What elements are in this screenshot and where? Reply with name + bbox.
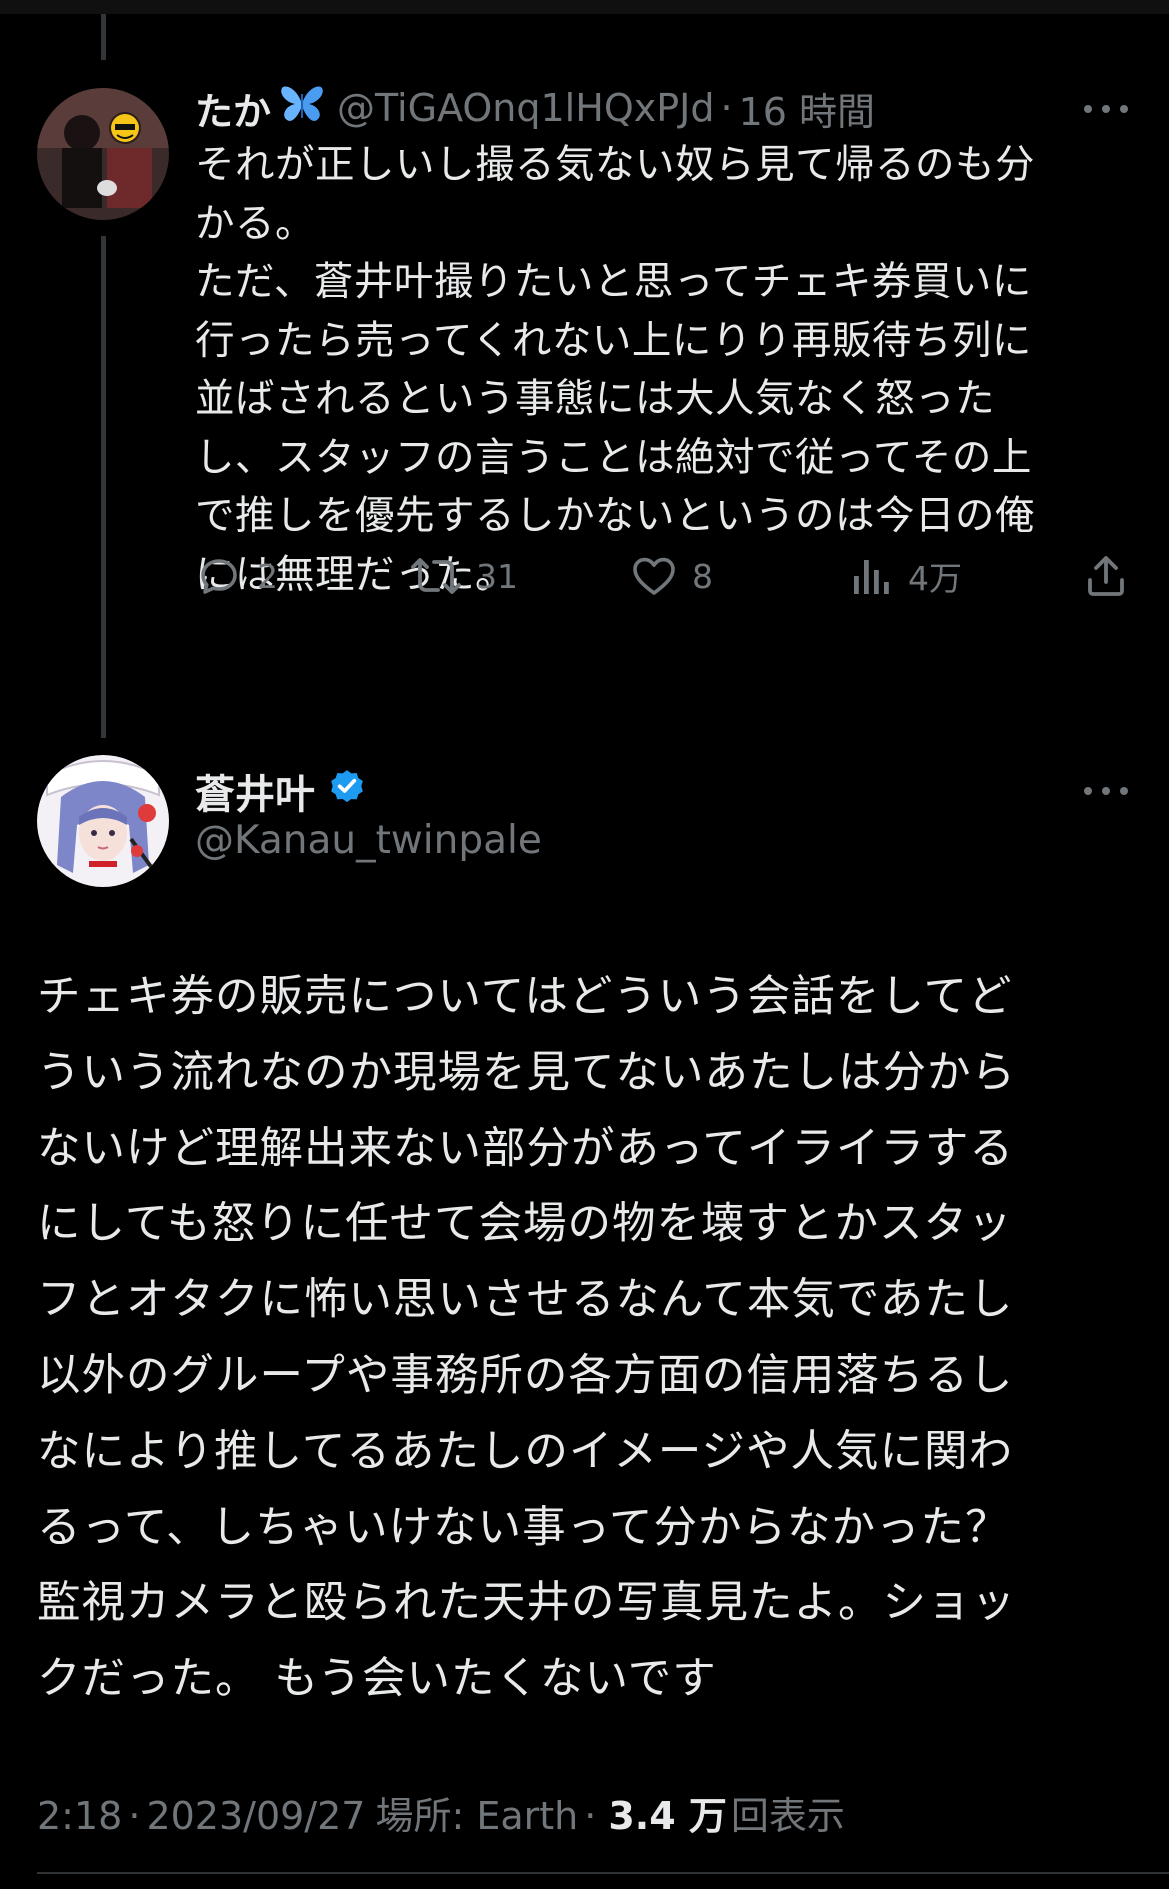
reply-author-name[interactable]: たか xyxy=(195,81,271,136)
main-author-row: 蒼井叶 xyxy=(195,763,367,819)
post-date[interactable]: 2023/09/27 xyxy=(146,1794,365,1838)
main-text-line: にしても怒りに任せて会場の物を壊すとかスタッ xyxy=(37,1199,1013,1250)
separator-dot: · xyxy=(720,86,733,130)
main-body: チェキ券の販売についてはどういう会話をしてど ういう流れなのか現場を見てないあた… xyxy=(37,960,1137,1718)
main-text-line: るって、しちゃいけない事って分からなかった？ xyxy=(37,1502,1010,1553)
analytics-icon xyxy=(854,560,889,594)
comment-icon xyxy=(201,559,237,594)
reply-timestamp[interactable]: 16 時間 xyxy=(739,81,875,136)
tweet-meta: 2:18 · 2023/09/27 場所: Earth · 3.4 万 回表示 xyxy=(37,1785,845,1840)
views-count[interactable]: 3.4 万 xyxy=(608,1785,727,1840)
post-time[interactable]: 2:18 xyxy=(37,1794,122,1838)
reply-text-line: し、スタッフの言うことは絶対で従ってその上 xyxy=(195,434,1032,481)
more-options-icon[interactable] xyxy=(1082,97,1132,121)
reply-author-handle[interactable]: @TiGAOnq1lHQxPJd xyxy=(337,86,714,130)
post-location: 場所: Earth xyxy=(375,1794,579,1838)
butterfly-icon xyxy=(279,84,325,133)
retweet-button[interactable]: 31 xyxy=(410,548,518,604)
main-text-line: チェキ券の販売についてはどういう会話をしてど xyxy=(37,972,1013,1022)
retweet-count: 31 xyxy=(476,556,518,596)
reply-header: たか @TiGAOnq1lHQxPJd · 16 時間 xyxy=(195,80,875,136)
reply-button[interactable]: 2 xyxy=(195,548,278,604)
status-area xyxy=(0,0,1169,14)
main-author-name[interactable]: 蒼井叶 xyxy=(195,762,315,820)
reply-text-line: かる。 xyxy=(195,200,315,247)
main-text-line: 監視カメラと殴られた天井の写真見たよ。ショッ xyxy=(37,1578,1016,1629)
separator-dot: · xyxy=(128,1794,141,1838)
views-label: 回表示 xyxy=(730,1794,845,1838)
share-icon xyxy=(1088,556,1124,596)
reply-action-bar: 2 31 8 4万 xyxy=(195,548,1135,604)
main-text-line: ないけど理解出来ない部分があってイライラする xyxy=(37,1123,1014,1174)
main-text-line: クだった。 もう会いたくないです xyxy=(37,1654,717,1705)
like-count: 8 xyxy=(692,556,713,596)
main-author-handle[interactable]: @Kanau_twinpale xyxy=(195,818,542,863)
like-button[interactable]: 8 xyxy=(630,548,713,604)
reply-text-line: 並ばされるという事態には大人気なく怒った xyxy=(195,376,995,422)
separator-dot: · xyxy=(584,1794,597,1838)
main-text-line: なにより推してるあたしのイメージや人気に関わ xyxy=(37,1426,1013,1477)
reply-text-line: で推しを優先するしかないというのは今日の俺 xyxy=(195,493,1035,539)
reply-text-line: それが正しいし撮る気ない奴ら見て帰るのも分 xyxy=(195,142,1035,188)
verified-badge-icon[interactable] xyxy=(327,766,367,816)
thread-line-top xyxy=(101,14,106,60)
view-count: 4万 xyxy=(908,559,962,598)
reply-body: それが正しいし撮る気ない奴ら見て帰るのも分 かる。 ただ、蒼井叶撮りたいと思って… xyxy=(195,136,1095,604)
reply-text-line: ただ、蒼井叶撮りたいと思ってチェキ券買いに xyxy=(195,259,1032,305)
main-avatar[interactable] xyxy=(37,755,169,887)
retweet-icon xyxy=(411,558,461,594)
reply-text-line: 行ったら売ってくれない上にりり再販待ち列に xyxy=(195,317,1032,364)
heart-icon xyxy=(633,557,675,595)
more-options-icon[interactable] xyxy=(1082,779,1132,803)
reply-count: 2 xyxy=(257,556,278,596)
main-text-line: 以外のグループや事務所の各方面の信用落ちるし xyxy=(37,1350,1014,1401)
main-text-line: フとオタクに怖い思いさせるなんて本気であたし xyxy=(37,1275,1014,1326)
share-button[interactable] xyxy=(1082,548,1130,604)
divider xyxy=(37,1872,1169,1874)
reply-avatar[interactable] xyxy=(37,88,169,220)
main-text-line: ういう流れなのか現場を見てないあたしは分から xyxy=(37,1047,1016,1098)
views-button[interactable]: 4万 xyxy=(850,548,962,604)
thread-line-bottom xyxy=(101,236,106,738)
